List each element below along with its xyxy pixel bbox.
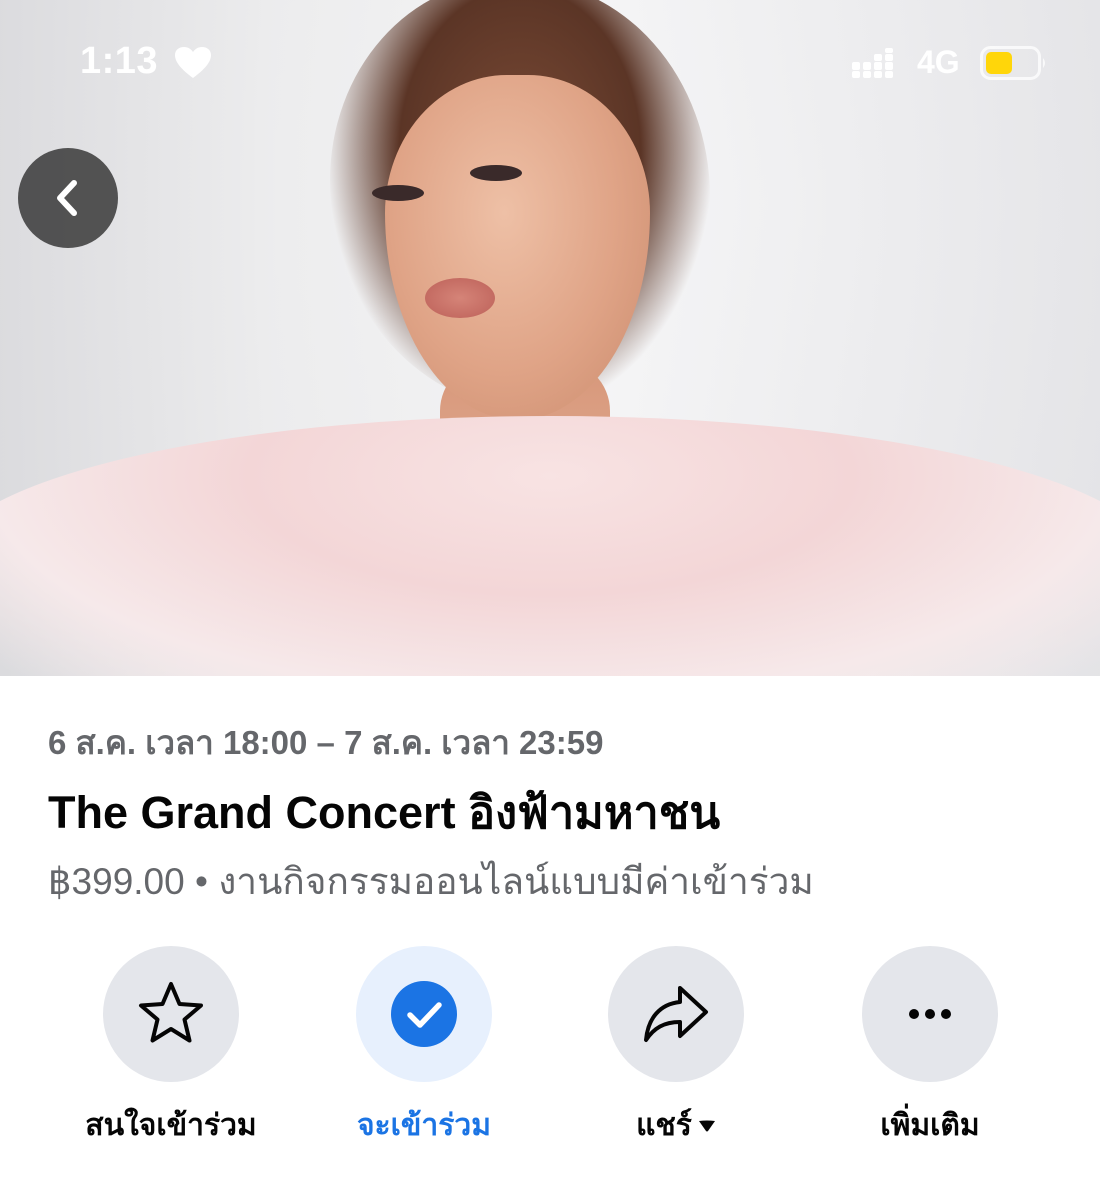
cover-eye-right [470, 165, 522, 181]
heart-icon [175, 47, 211, 78]
share-arrow-icon [644, 986, 708, 1042]
more-circle [862, 946, 998, 1082]
going-label: จะเข้าร่วม [356, 1109, 492, 1142]
network-type: 4G [917, 44, 960, 80]
share-label: แชร์ [636, 1109, 692, 1142]
check-circle-icon [391, 981, 457, 1047]
event-actions: สนใจเข้าร่วม จะเข้าร่วม แชร์ เพิ่มเติม [0, 946, 1100, 1166]
going-button[interactable]: จะเข้าร่วม [297, 946, 551, 1149]
battery-icon [980, 46, 1045, 80]
cover-lips-shape [425, 278, 495, 318]
chevron-left-icon [57, 180, 77, 216]
interested-label: สนใจเข้าร่วม [85, 1109, 257, 1142]
caret-down-icon [698, 1120, 715, 1131]
going-circle [356, 946, 492, 1082]
star-icon [139, 982, 203, 1043]
share-circle [608, 946, 744, 1082]
share-label-wrap: แชร์ [636, 1102, 716, 1149]
cover-eye-left [372, 185, 424, 201]
event-title: The Grand Concert อิงฟ้ามหาชน [48, 787, 721, 838]
status-bar: 1:13 4G [0, 0, 1100, 120]
back-button[interactable] [18, 148, 118, 248]
share-button[interactable]: แชร์ [549, 946, 803, 1149]
cover-tulle-dress [0, 416, 1100, 676]
event-date-time: 6 ส.ค. เวลา 18:00 – 7 ส.ค. เวลา 23:59 [48, 724, 604, 761]
more-dots-icon [909, 1009, 951, 1019]
more-label: เพิ่มเติม [880, 1109, 980, 1142]
event-screen: 1:13 4G 6 ส.ค. เวลา 18:00 – 7 ส.ค. เวลา … [0, 0, 1100, 1200]
interested-button[interactable]: สนใจเข้าร่วม [44, 946, 298, 1149]
event-price-type: ฿399.00 • งานกิจกรรมออนไลน์แบบมีค่าเข้าร… [48, 861, 814, 902]
status-time: 1:13 [80, 40, 159, 82]
interested-circle [103, 946, 239, 1082]
more-button[interactable]: เพิ่มเติม [803, 946, 1057, 1149]
signal-icon [852, 48, 893, 78]
